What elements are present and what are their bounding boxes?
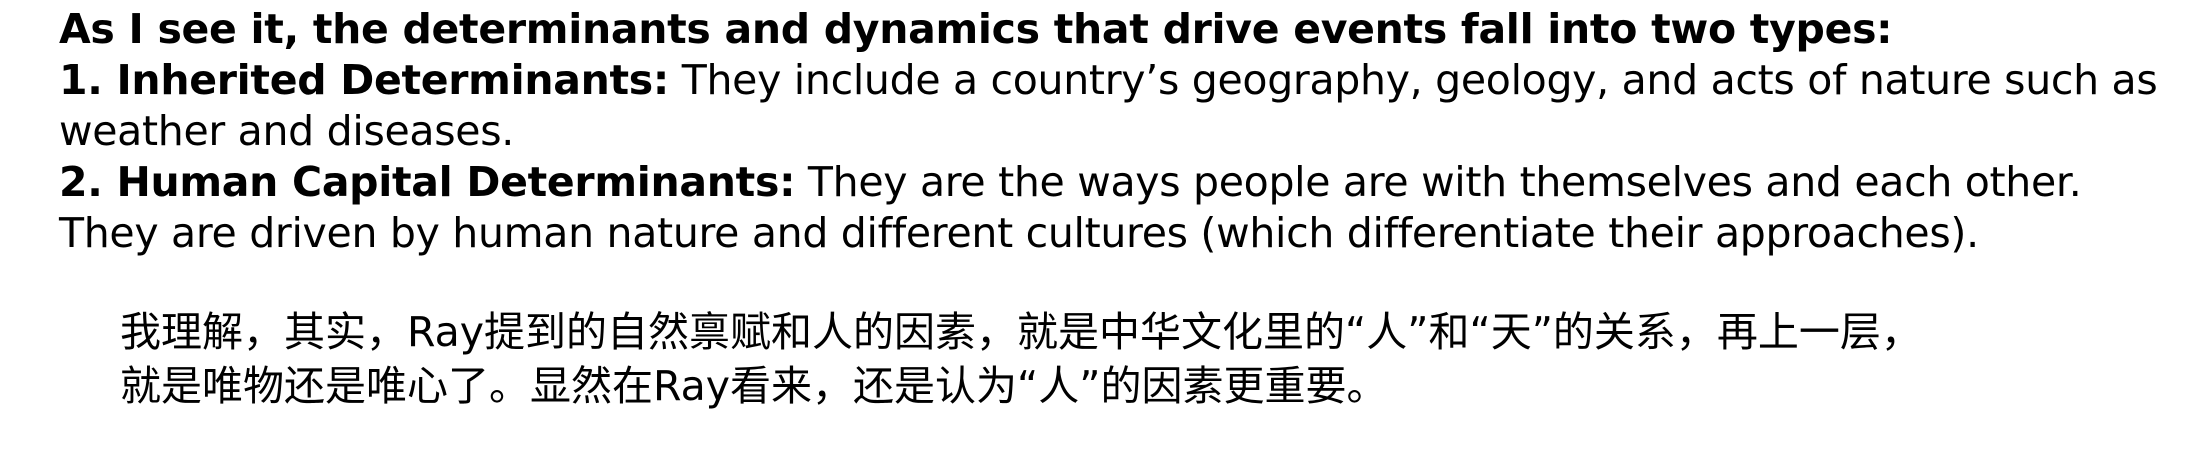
determinant-item-inherited: 1. Inherited Determinants: They include …: [59, 55, 2179, 157]
intro-heading: As I see it, the determinants and dynami…: [59, 5, 1893, 53]
human-capital-term: 2. Human Capital Determinants:: [59, 158, 796, 206]
determinant-item-human-capital: 2. Human Capital Determinants: They are …: [59, 157, 2179, 259]
chinese-line-1: 我理解，其实，Ray提到的自然禀赋和人的因素，就是中华文化里的“人”和“天”的关…: [120, 308, 1922, 356]
chinese-line-2: 就是唯物还是唯心了。显然在Ray看来，还是认为“人”的因素更重要。: [120, 362, 1388, 410]
chinese-commentary: 我理解，其实，Ray提到的自然禀赋和人的因素，就是中华文化里的“人”和“天”的关…: [120, 305, 2120, 413]
english-passage: As I see it, the determinants and dynami…: [59, 4, 2179, 259]
inherited-term: 1. Inherited Determinants:: [59, 56, 670, 104]
